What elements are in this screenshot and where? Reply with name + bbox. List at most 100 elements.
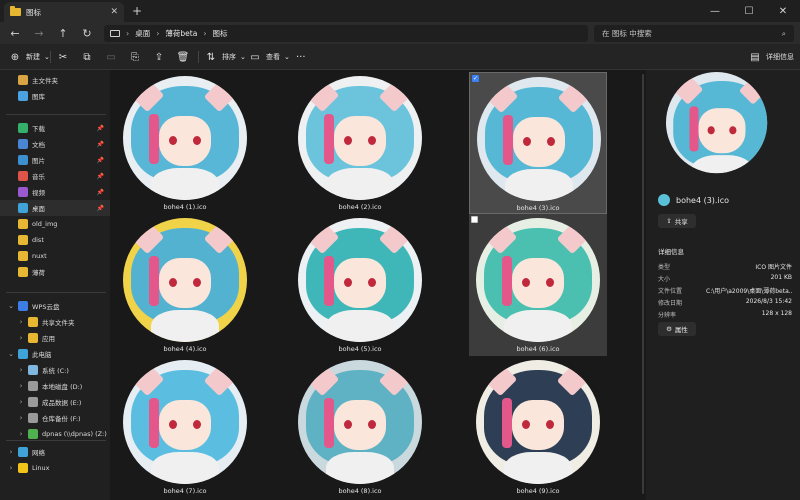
close-tab-icon[interactable]: ✕	[110, 7, 118, 17]
cut-button[interactable]: ✂	[56, 49, 70, 65]
chevron-right-icon[interactable]: ›	[16, 334, 26, 342]
chevron-down-icon: ⌄	[284, 53, 290, 61]
sidebar-item[interactable]: 薄荷	[0, 264, 110, 280]
sidebar-item-label: 此电脑	[32, 351, 52, 359]
file-name: bohe4 (5).ico	[338, 345, 382, 353]
sidebar-item[interactable]: 视频 📌	[0, 184, 110, 200]
breadcrumb-icons[interactable]: 图标	[213, 28, 228, 39]
select-checkbox[interactable]	[471, 216, 478, 223]
details-pane: bohe4 (3).ico ⇪ 共享 详细信息 类型 ICO 图片文件 大小 201 …	[646, 70, 800, 500]
vertical-scrollbar[interactable]	[642, 74, 644, 494]
sidebar-item[interactable]: ⌄ 此电脑	[0, 346, 110, 362]
pin-icon: 📌	[96, 188, 104, 196]
forward-button[interactable]: →	[30, 25, 48, 41]
maximize-button[interactable]: ☐	[732, 0, 766, 22]
sort-button[interactable]: ⇅ 排序 ⌄	[204, 49, 246, 65]
sidebar-item[interactable]: › 系统 (C:)	[0, 362, 110, 378]
paste-button[interactable]: ▭	[104, 49, 118, 65]
sidebar-item[interactable]: › 应用	[0, 330, 110, 346]
sidebar-item[interactable]: › 仓库备份 (F:)	[0, 410, 110, 426]
file-item[interactable]: bohe4 (2).ico	[291, 72, 429, 214]
detail-value: 201 KB	[770, 274, 792, 281]
chevron-right-icon[interactable]: ›	[6, 448, 16, 456]
close-window-button[interactable]: ✕	[766, 0, 800, 22]
share-button[interactable]: ⇪	[152, 49, 166, 65]
sidebar-item[interactable]: 文档 📌	[0, 136, 110, 152]
delete-button[interactable]: 🗑	[176, 49, 190, 65]
sidebar-item[interactable]: 下载 📌	[0, 120, 110, 136]
details-pane-button[interactable]: ▤ 详细信息	[748, 49, 794, 65]
file-item[interactable]: bohe4 (8).ico	[291, 356, 429, 498]
anime-avatar-image	[476, 218, 600, 342]
chevron-right-icon[interactable]: ›	[16, 430, 26, 438]
chevron-right-icon[interactable]: ›	[16, 382, 26, 390]
command-bar: ⊕ 新建 ⌄ ✂ ⧉ ▭ ⎘ ⇪ 🗑 ⇅ 排序 ⌄ ▭ 查看 ⌄ ··· ▤ 详…	[0, 44, 800, 70]
new-button[interactable]: ⊕ 新建 ⌄	[8, 49, 50, 65]
anime-avatar-image	[123, 76, 247, 200]
breadcrumb-desktop[interactable]: 桌面	[135, 28, 150, 39]
chevron-right-icon[interactable]: ›	[16, 366, 26, 374]
file-item[interactable]: bohe4 (1).ico	[116, 72, 254, 214]
anime-avatar-image	[298, 76, 422, 200]
sidebar-item[interactable]: ⌄ WPS云盘	[0, 298, 110, 314]
pin-icon: 📌	[96, 124, 104, 132]
chevron-down-icon[interactable]: ⌄	[6, 350, 16, 358]
tab-icons-folder[interactable]: 图标 ✕	[4, 2, 124, 22]
refresh-button[interactable]: ↻	[78, 25, 96, 41]
chevron-down-icon[interactable]: ⌄	[6, 302, 16, 310]
sidebar-item[interactable]: 音乐 📌	[0, 168, 110, 184]
sidebar-item[interactable]: › 共享文件夹	[0, 314, 110, 330]
new-label: 新建	[26, 53, 40, 61]
sidebar-item[interactable]: 主文件夹	[0, 72, 110, 88]
select-checkbox[interactable]: ✓	[472, 75, 479, 82]
sidebar-item[interactable]: › 网络	[0, 444, 110, 460]
chevron-right-icon[interactable]: ›	[16, 318, 26, 326]
sidebar-item[interactable]: old_img	[0, 216, 110, 232]
sidebar-item[interactable]: dist	[0, 232, 110, 248]
search-icon: ⌕	[781, 28, 786, 38]
file-item[interactable]: bohe4 (5).ico	[291, 214, 429, 356]
file-thumbnail	[298, 360, 422, 484]
view-button[interactable]: ▭ 查看 ⌄	[248, 49, 290, 65]
sidebar-item[interactable]: › 本地磁盘 (D:)	[0, 378, 110, 394]
document-icon	[18, 139, 28, 149]
chevron-right-icon[interactable]: ›	[16, 414, 26, 422]
file-explorer-window: 图标 ✕ + — ☐ ✕ ← → ↑ ↻ › 桌面 › 薄荷beta › 图标 …	[0, 0, 800, 500]
chevron-right-icon[interactable]: ›	[16, 398, 26, 406]
sidebar-item[interactable]: › 成品数据 (E:)	[0, 394, 110, 410]
minimize-button[interactable]: —	[698, 0, 732, 22]
new-tab-button[interactable]: +	[132, 4, 142, 18]
preview-thumbnail	[666, 72, 778, 184]
breadcrumb-bohe-beta[interactable]: 薄荷beta	[165, 28, 197, 39]
sidebar-item[interactable]: 图片 📌	[0, 152, 110, 168]
address-bar[interactable]: › 桌面 › 薄荷beta › 图标	[104, 25, 588, 42]
chevron-right-icon[interactable]: ›	[6, 464, 16, 472]
sidebar-item[interactable]: 图库	[0, 88, 110, 104]
copy-button[interactable]: ⧉	[80, 49, 94, 65]
sidebar-item-label: 成品数据 (E:)	[42, 399, 82, 407]
file-item[interactable]: bohe4 (9).ico	[469, 356, 607, 498]
file-item[interactable]: ✓ bohe4 (3).ico	[469, 72, 607, 214]
anime-avatar-image	[123, 360, 247, 484]
sidebar-item[interactable]: nuxt	[0, 248, 110, 264]
search-box[interactable]: 在 图标 中搜索 ⌕	[594, 25, 794, 42]
anime-avatar-image	[298, 218, 422, 342]
file-item[interactable]: bohe4 (4).ico	[116, 214, 254, 356]
sidebar-item[interactable]: › Linux	[0, 460, 110, 476]
details-share-button[interactable]: ⇪ 共享	[658, 214, 696, 228]
detail-key: 修改日期	[658, 300, 683, 307]
linux-icon	[18, 463, 28, 473]
scissors-icon: ✂	[58, 51, 68, 63]
more-options-button[interactable]: ···	[296, 49, 306, 65]
back-button[interactable]: ←	[6, 25, 24, 41]
file-item[interactable]: bohe4 (6).ico	[469, 214, 607, 356]
file-item[interactable]: bohe4 (7).ico	[116, 356, 254, 498]
file-thumbnail	[298, 218, 422, 342]
desktop-icon	[18, 203, 28, 213]
properties-button[interactable]: ⚙ 属性	[658, 322, 696, 336]
up-button[interactable]: ↑	[54, 25, 72, 41]
sidebar-item[interactable]: 桌面 📌	[0, 200, 110, 216]
detail-row: 大小 201 KB	[658, 274, 792, 284]
plus-circle-icon: ⊕	[10, 51, 20, 63]
rename-button[interactable]: ⎘	[128, 49, 142, 65]
